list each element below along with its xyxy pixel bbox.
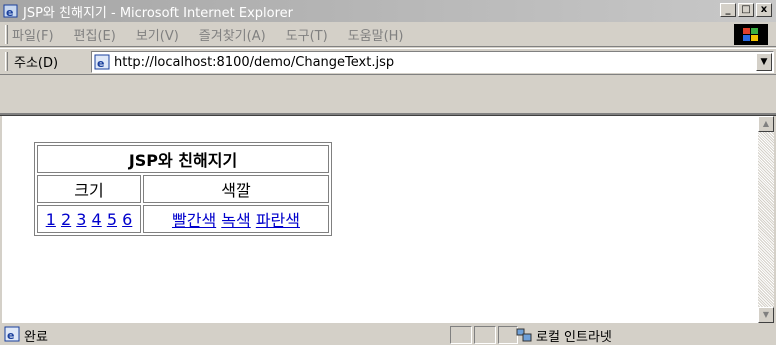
menu-file[interactable]: 파일(F) <box>12 25 54 44</box>
page-content: JSP와 친해지기 크기 색깔 1 2 3 4 5 6 빨간색 녹색 파란색 <box>2 116 758 323</box>
size-link-2[interactable]: 2 <box>61 210 71 229</box>
address-bar: 주소(D) e http://localhost:8100/demo/Chang… <box>0 48 776 75</box>
address-grip[interactable] <box>5 52 8 71</box>
size-link-3[interactable]: 3 <box>76 210 86 229</box>
status-pane-3 <box>498 326 518 344</box>
scroll-down-button[interactable]: ▼ <box>758 307 774 323</box>
menu-bar: 파일(F) 편집(E) 보기(V) 즐겨찾기(A) 도구(T) 도움말(H) <box>0 22 776 47</box>
menu-view[interactable]: 보기(V) <box>136 25 179 44</box>
address-input[interactable]: e http://localhost:8100/demo/ChangeText.… <box>91 51 774 73</box>
svg-text:e: e <box>97 57 104 70</box>
toolbar-grip[interactable] <box>5 24 8 44</box>
address-label: 주소(D) <box>14 56 59 71</box>
menu-favorites[interactable]: 즐겨찾기(A) <box>199 25 266 44</box>
status-pane-2 <box>474 326 496 344</box>
title-bar: e JSP와 친해지기 - Microsoft Internet Explore… <box>0 0 776 22</box>
menu-help[interactable]: 도움말(H) <box>348 25 404 44</box>
menu-edit[interactable]: 편집(E) <box>74 25 116 44</box>
security-zone: 로컬 인트라넷 <box>536 330 612 345</box>
color-link-red[interactable]: 빨간색 <box>172 211 216 230</box>
size-link-5[interactable]: 5 <box>107 210 117 229</box>
scroll-up-button[interactable]: ▲ <box>758 116 774 132</box>
color-link-blue[interactable]: 파란색 <box>256 211 300 230</box>
maximize-button[interactable]: □ <box>738 3 754 17</box>
svg-text:e: e <box>7 329 14 342</box>
size-header: 크기 <box>37 175 141 203</box>
size-link-1[interactable]: 1 <box>46 210 56 229</box>
table-title: JSP와 친해지기 <box>37 145 329 173</box>
size-link-4[interactable]: 4 <box>92 210 102 229</box>
page-icon: e <box>94 54 110 70</box>
demo-table: JSP와 친해지기 크기 색깔 1 2 3 4 5 6 빨간색 녹색 파란색 <box>34 142 332 236</box>
windows-logo-icon <box>734 24 768 45</box>
close-button[interactable]: x <box>756 3 772 17</box>
color-header: 색깔 <box>143 175 329 203</box>
status-bar: e 완료 로컬 인트라넷 <box>0 323 776 345</box>
size-links-cell: 1 2 3 4 5 6 <box>37 205 141 233</box>
address-dropdown-button[interactable]: ▼ <box>756 53 772 71</box>
svg-text:e: e <box>6 6 13 19</box>
status-page-icon: e <box>4 326 20 345</box>
intranet-icon <box>516 327 532 345</box>
minimize-button[interactable]: _ <box>720 3 736 17</box>
status-text: 완료 <box>24 330 48 345</box>
menu-tools[interactable]: 도구(T) <box>286 25 328 44</box>
vertical-scrollbar[interactable]: ▲ ▼ <box>758 116 774 323</box>
size-link-6[interactable]: 6 <box>122 210 132 229</box>
address-url: http://localhost:8100/demo/ChangeText.js… <box>114 54 395 70</box>
color-link-green[interactable]: 녹색 <box>221 211 250 230</box>
ie-icon: e <box>3 3 19 19</box>
window-title: JSP와 친해지기 - Microsoft Internet Explorer <box>23 5 293 21</box>
status-pane-1 <box>450 326 472 344</box>
color-links-cell: 빨간색 녹색 파란색 <box>143 205 329 233</box>
